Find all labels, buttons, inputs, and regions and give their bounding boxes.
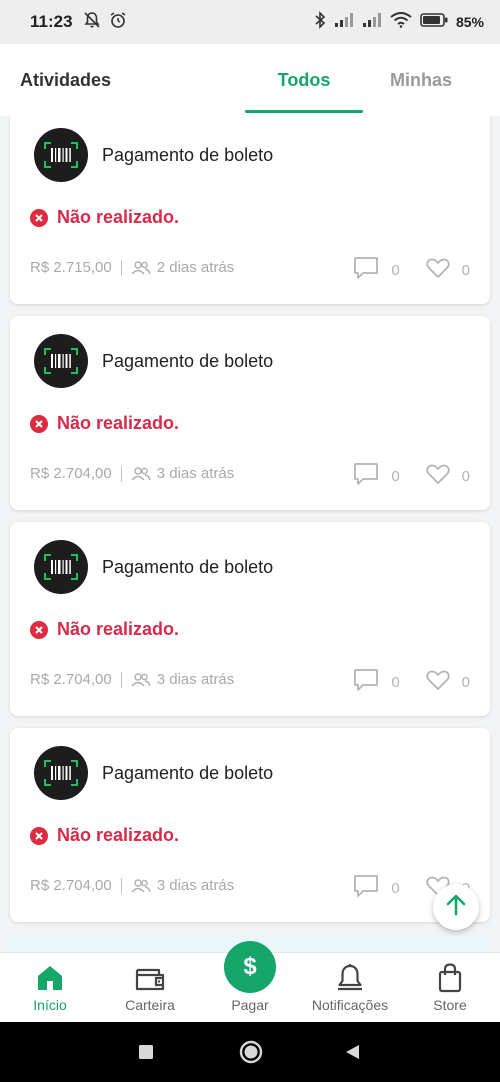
barcode-avatar-icon (34, 128, 88, 182)
card-actions: 0 0 (353, 256, 470, 284)
status-bar: 11:23 85% (0, 0, 500, 44)
back-icon[interactable] (344, 1044, 360, 1065)
recents-icon[interactable] (139, 1045, 153, 1064)
signal-icon (362, 12, 382, 33)
barcode-avatar-icon (34, 334, 88, 388)
divider (120, 465, 122, 482)
shopping-bag-icon (437, 961, 463, 995)
alarm-icon (109, 11, 127, 34)
comment-count: 0 (391, 879, 400, 897)
nav-label: Início (33, 997, 67, 1013)
card-actions: 0 0 (353, 668, 470, 696)
people-icon (131, 672, 151, 687)
people-icon (131, 260, 151, 275)
card-status: Não realizado. (30, 413, 179, 434)
activity-card[interactable]: Pagamento de boleto Não realizado. R$ 2.… (10, 116, 490, 304)
nav-item-carteira[interactable]: Carteira (100, 953, 200, 1023)
activity-card[interactable]: Pagamento de boleto Não realizado. R$ 2.… (10, 522, 490, 716)
signal-icon (334, 12, 354, 33)
scroll-to-top-button[interactable] (433, 884, 479, 930)
nav-item-store[interactable]: Store (400, 953, 500, 1023)
dollar-icon: $ (243, 953, 257, 980)
card-meta: R$ 2.704,00 3 dias atrás (30, 877, 234, 894)
amount: R$ 2.715,00 (30, 259, 112, 276)
card-title: Pagamento de boleto (102, 557, 274, 577)
heart-icon[interactable] (426, 669, 450, 695)
activity-header: Atividades Todos Minhas (0, 44, 500, 116)
heart-icon[interactable] (426, 257, 450, 283)
pay-button[interactable]: $ (224, 941, 276, 993)
time-ago: 2 dias atrás (156, 259, 235, 276)
battery-percent: 85% (455, 14, 484, 30)
like-count: 0 (461, 673, 470, 691)
error-icon (30, 414, 48, 433)
error-icon (30, 208, 48, 227)
comment-icon[interactable] (353, 462, 379, 490)
nav-item-notificacoes[interactable]: Notificações (300, 953, 400, 1023)
notifications-off-icon (83, 11, 101, 34)
card-actions: 0 0 (353, 462, 470, 490)
amount: R$ 2.704,00 (30, 465, 112, 482)
comment-count: 0 (391, 673, 400, 691)
time-ago: 3 dias atrás (156, 465, 235, 482)
arrow-up-icon (445, 894, 467, 921)
people-icon (131, 878, 151, 893)
status-text: Não realizado. (57, 619, 180, 639)
amount: R$ 2.704,00 (30, 671, 112, 688)
status-time: 11:23 (30, 12, 73, 31)
nav-label: Carteira (125, 997, 175, 1013)
error-icon (30, 826, 48, 845)
activity-card[interactable]: Pagamento de boleto Não realizado. R$ 2.… (10, 316, 490, 510)
activity-card[interactable]: Pagamento de boleto Não realizado. R$ 2.… (10, 728, 490, 922)
heart-icon[interactable] (426, 463, 450, 489)
comment-count: 0 (391, 467, 400, 485)
comment-count: 0 (391, 261, 400, 279)
barcode-avatar-icon (34, 540, 88, 594)
system-navigation-bar (0, 1022, 500, 1082)
card-meta: R$ 2.704,00 3 dias atrás (30, 465, 234, 482)
error-icon (30, 620, 48, 639)
wifi-icon (390, 11, 412, 33)
card-status: Não realizado. (30, 619, 179, 640)
active-tab-indicator (245, 110, 363, 113)
time-ago: 3 dias atrás (156, 877, 235, 894)
nav-label: Store (433, 997, 467, 1013)
nav-label: Notificações (311, 997, 389, 1013)
status-text: Não realizado. (57, 825, 180, 845)
barcode-avatar-icon (34, 746, 88, 800)
divider (120, 259, 122, 276)
card-title: Pagamento de boleto (102, 763, 274, 783)
bell-icon (336, 961, 364, 995)
like-count: 0 (461, 467, 470, 485)
divider (120, 671, 122, 688)
time-ago: 3 dias atrás (156, 671, 235, 688)
card-status: Não realizado. (30, 825, 179, 846)
bottom-navigation: Início Carteira Pagar $ Notificações Sto… (0, 941, 500, 1023)
like-count: 0 (461, 261, 470, 279)
comment-icon[interactable] (353, 668, 379, 696)
card-meta: R$ 2.704,00 3 dias atrás (30, 671, 234, 688)
tab-todos[interactable]: Todos (245, 70, 363, 91)
bluetooth-icon (314, 10, 326, 34)
divider (120, 877, 122, 894)
nav-label: Pagar (231, 997, 269, 1013)
status-text: Não realizado. (57, 413, 180, 433)
card-title: Pagamento de boleto (102, 145, 274, 165)
card-status: Não realizado. (30, 207, 179, 228)
people-icon (131, 466, 151, 481)
home-icon (35, 961, 65, 995)
comment-icon[interactable] (353, 256, 379, 284)
home-circle-icon[interactable] (239, 1040, 263, 1069)
comment-icon[interactable] (353, 874, 379, 902)
activity-feed[interactable]: Pagamento de boleto Não realizado. R$ 2.… (0, 116, 500, 952)
page-title: Atividades (20, 70, 112, 90)
card-meta: R$ 2.715,00 2 dias atrás (30, 259, 234, 276)
amount: R$ 2.704,00 (30, 877, 112, 894)
battery-icon (420, 12, 448, 32)
nav-item-inicio[interactable]: Início (0, 953, 100, 1023)
status-text: Não realizado. (57, 207, 180, 227)
wallet-icon (134, 961, 166, 995)
tab-minhas[interactable]: Minhas (362, 70, 480, 91)
card-title: Pagamento de boleto (102, 351, 274, 371)
